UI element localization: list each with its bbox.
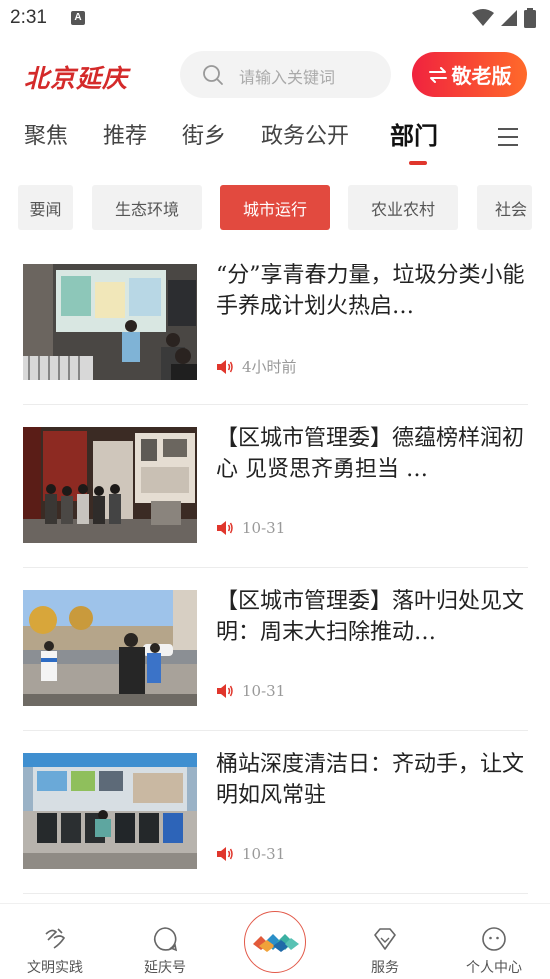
news-time: 10-31 (242, 519, 286, 537)
news-item[interactable]: “分”享青春力量，垃圾分类小能手养成计划火热启… 4小时前 (23, 242, 528, 405)
speaker-icon[interactable] (216, 683, 234, 699)
notification-a-icon: A (71, 11, 85, 25)
menu-icon[interactable] (498, 128, 518, 146)
news-time: 10-31 (242, 682, 286, 700)
nav-label: 文明实践 (27, 960, 83, 976)
speaker-icon[interactable] (216, 359, 234, 375)
news-time: 4小时前 (242, 358, 297, 376)
nav-services[interactable]: 服务 (340, 904, 430, 979)
tab-recommend[interactable]: 推荐 (103, 118, 147, 150)
news-meta: 10-31 (216, 845, 285, 863)
battery-icon (524, 8, 536, 28)
search-placeholder: 请输入关键词 (239, 68, 336, 87)
news-meta: 4小时前 (216, 356, 297, 377)
center-home-button[interactable] (244, 911, 306, 973)
tab-departments[interactable]: 部门 (390, 116, 438, 151)
signal-icon (501, 10, 517, 26)
search-box[interactable]: 请输入关键词 (180, 51, 391, 98)
status-indicators (472, 8, 536, 28)
news-meta: 10-31 (216, 682, 285, 700)
tab-focus[interactable]: 聚焦 (24, 118, 68, 150)
tab-streets[interactable]: 街乡 (182, 118, 226, 150)
news-title[interactable]: 【区城市管理委】德蕴榜样润初心 见贤思齐勇担当 … (216, 423, 526, 485)
news-thumbnail-street[interactable] (23, 590, 197, 706)
news-list: “分”享青春力量，垃圾分类小能手养成计划火热启… 4小时前 【区城市管理委】德蕴… (23, 242, 528, 894)
elder-mode-label: 敬老版 (451, 64, 512, 88)
search-icon (203, 65, 223, 85)
swap-arrows-icon (428, 66, 447, 83)
elder-mode-button[interactable]: 敬老版 (412, 52, 527, 97)
news-thumbnail-classroom[interactable] (23, 264, 197, 380)
chip-ecology[interactable]: 生态环境 (92, 185, 202, 230)
chip-agriculture[interactable]: 农业农村 (348, 185, 458, 230)
chip-society[interactable]: 社会 (477, 185, 532, 230)
news-title[interactable]: 桶站深度清洁日：齐动手，让文明如风常驻 (216, 749, 526, 811)
chip-city-operation[interactable]: 城市运行 (220, 185, 330, 230)
nav-profile[interactable]: 个人中心 (449, 904, 539, 979)
nav-label: 个人中心 (466, 960, 522, 976)
active-tab-indicator (409, 161, 427, 165)
news-item[interactable]: 【区城市管理委】德蕴榜样润初心 见贤思齐勇担当 … 10-31 (23, 405, 528, 568)
news-meta: 10-31 (216, 519, 285, 537)
civilization-practice-icon (45, 928, 66, 949)
center-logo-icon (253, 934, 299, 952)
channel-tabs: 聚焦 推荐 街乡 政务公开 部门 (0, 118, 550, 166)
news-item[interactable]: 【区城市管理委】落叶归处见文明：周末大扫除推动… 10-31 (23, 568, 528, 731)
tab-government-affairs[interactable]: 政务公开 (261, 118, 349, 150)
nav-yanqing-account[interactable]: 延庆号 (120, 904, 210, 979)
nav-label: 服务 (371, 960, 399, 976)
app-logo[interactable]: 北京延庆 (24, 59, 128, 95)
news-thumbnail-bin-station[interactable] (23, 753, 197, 869)
news-thumbnail-exhibition[interactable] (23, 427, 197, 543)
chip-news[interactable]: 要闻 (18, 185, 73, 230)
wifi-icon (472, 9, 494, 26)
diamond-icon (374, 928, 396, 950)
news-title[interactable]: 【区城市管理委】落叶归处见文明：周末大扫除推动… (216, 586, 526, 648)
speaker-icon[interactable] (216, 520, 234, 536)
status-bar: 2:31 A (0, 0, 550, 36)
speaker-icon[interactable] (216, 846, 234, 862)
status-time: 2:31 (10, 7, 47, 28)
news-item[interactable]: 桶站深度清洁日：齐动手，让文明如风常驻 10-31 (23, 731, 528, 894)
bottom-nav: 文明实践 延庆号 服务 个人中心 (0, 903, 550, 979)
profile-face-icon (482, 927, 506, 951)
app-header: 北京延庆 请输入关键词 敬老版 (0, 48, 550, 102)
nav-civilization-practice[interactable]: 文明实践 (10, 904, 100, 979)
chat-bubble-icon (154, 927, 178, 952)
sub-category-bar: 要闻 生态环境 城市运行 农业农村 社会 (0, 185, 550, 231)
news-time: 10-31 (242, 845, 286, 863)
news-title[interactable]: “分”享青春力量，垃圾分类小能手养成计划火热启… (216, 260, 526, 322)
nav-label: 延庆号 (144, 960, 186, 976)
